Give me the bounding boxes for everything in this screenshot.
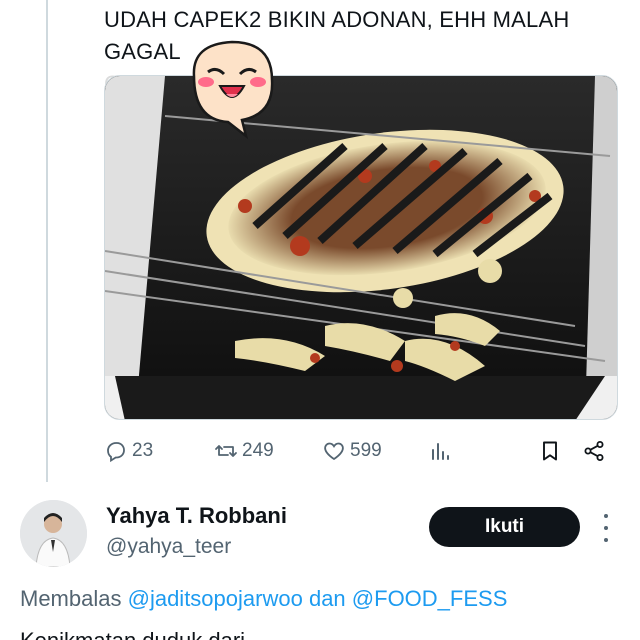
retweet-count: 249 — [242, 440, 274, 461]
bookmark-button[interactable] — [538, 436, 562, 466]
tweet-action-bar: 23 249 599 — [104, 436, 618, 466]
views-button[interactable] — [428, 436, 452, 466]
replying-to-line: Membalas @jaditsopojarwoo dan @FOOD_FESS — [20, 586, 507, 612]
like-button[interactable]: 599 — [322, 436, 382, 466]
reply-author-handle[interactable]: @yahya_teer — [106, 535, 231, 559]
mention-joiner: dan — [308, 586, 346, 611]
retweet-button[interactable]: 249 — [214, 436, 274, 466]
reply-count: 23 — [132, 440, 154, 461]
more-dot-icon — [604, 514, 608, 518]
tweet-media-photo[interactable] — [104, 75, 618, 420]
like-count: 599 — [350, 440, 382, 461]
profile-photo — [20, 500, 87, 567]
reply-author-name[interactable]: Yahya T. Robbani — [106, 503, 287, 529]
bookmark-icon — [543, 441, 557, 461]
reply-button[interactable]: 23 — [104, 436, 153, 466]
reply-text-cutoff: Kenikmatan duduk dari — [20, 628, 245, 640]
thread-connector-line — [46, 0, 48, 482]
more-dot-icon — [604, 538, 608, 542]
reply-icon — [107, 442, 125, 463]
share-button[interactable] — [582, 436, 606, 466]
share-icon — [584, 441, 604, 461]
follow-button[interactable]: Ikuti — [429, 507, 580, 547]
mention-link-1[interactable]: @jaditsopojarwoo — [128, 586, 303, 611]
avatar[interactable] — [20, 500, 87, 567]
crying-laughing-face-sticker-icon — [184, 36, 280, 140]
retweet-icon — [215, 445, 237, 457]
heart-icon — [324, 442, 344, 461]
more-dot-icon — [604, 526, 608, 530]
more-options-button[interactable] — [596, 514, 616, 542]
tweet-text-line-1: UDAH CAPEK2 BIKIN ADONAN, EHH MALAH — [104, 7, 570, 32]
pizza-oven-photo — [105, 76, 617, 419]
mention-link-2[interactable]: @FOOD_FESS — [352, 586, 508, 611]
views-chart-icon — [432, 443, 449, 460]
replying-to-prefix: Membalas — [20, 586, 122, 611]
